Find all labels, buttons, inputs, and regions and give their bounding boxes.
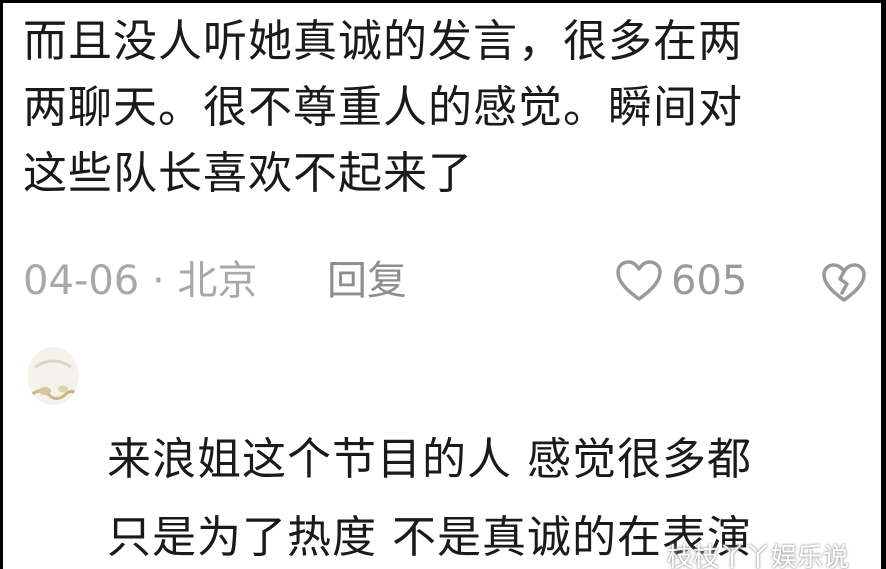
comment-meta-row: 04-06 · 北京 回复 605 [23,251,868,311]
comment-body: 而且没人听她真诚的发言，很多在两 两聊天。很不尊重人的感觉。瞬间对 这些队长喜欢… [23,9,868,207]
like-count: 605 [671,258,748,304]
dislike-button[interactable] [821,261,867,321]
heart-outline-icon [615,259,663,303]
avatar[interactable] [27,347,79,405]
reply-line: 来浪姐这个节目的人 感觉很多都 [107,434,752,485]
like-button[interactable]: 605 [615,251,747,311]
reply-button[interactable]: 回复 [327,251,407,311]
watermark: 枝枝丫丫娱乐说 [667,543,850,569]
comment-screenshot: 而且没人听她真诚的发言，很多在两 两聊天。很不尊重人的感觉。瞬间对 这些队长喜欢… [3,3,881,569]
comment-date-location: 04-06 · 北京 [23,258,258,304]
comment-line: 两聊天。很不尊重人的感觉。瞬间对 [23,82,743,133]
comment-line: 而且没人听她真诚的发言，很多在两 [23,16,743,67]
broken-heart-icon [821,263,867,314]
comment-line: 这些队长喜欢不起来了 [23,148,473,199]
